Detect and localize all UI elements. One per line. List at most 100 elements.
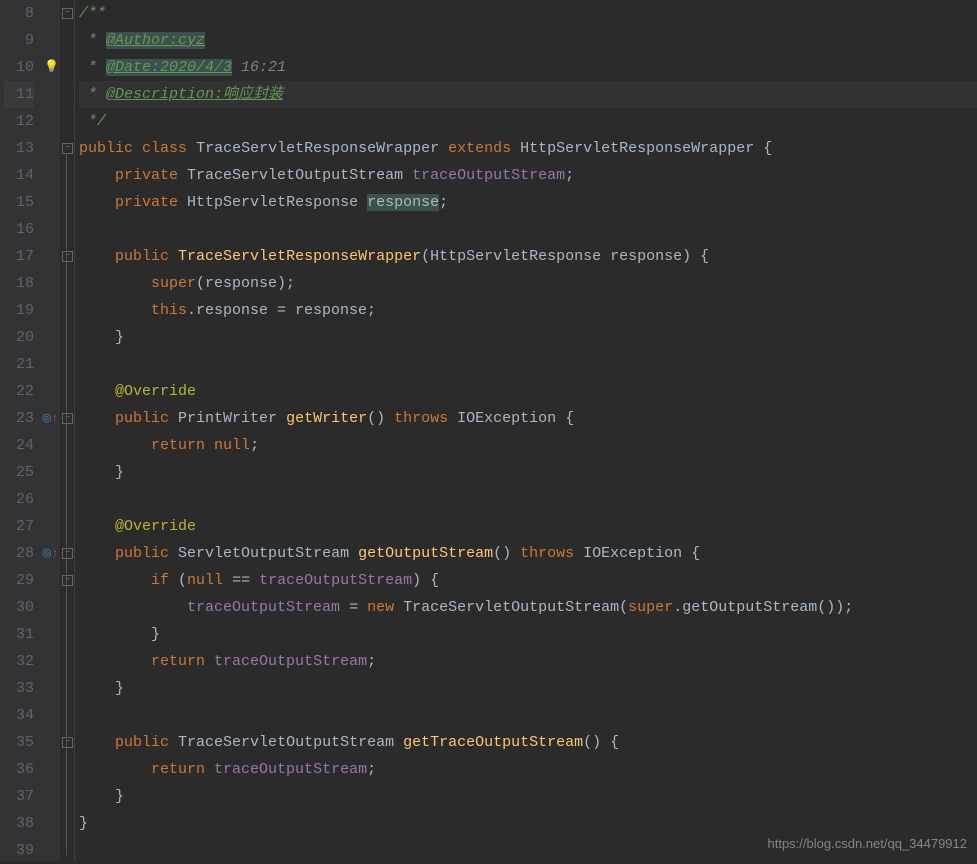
code-token: getOutputStream	[358, 545, 493, 562]
code-token: */	[79, 113, 106, 130]
code-token	[79, 761, 151, 778]
code-token: }	[79, 464, 124, 481]
code-line[interactable]: }	[79, 621, 977, 648]
fold-column[interactable]: − − − − − − −	[60, 0, 75, 861]
code-token: ==	[223, 572, 259, 589]
code-line[interactable]: /**	[79, 0, 977, 27]
code-line[interactable]: */	[79, 108, 977, 135]
code-token: {	[682, 545, 700, 562]
code-token: @Override	[115, 383, 196, 400]
code-token: @Author:cyz	[106, 32, 205, 49]
code-line[interactable]: traceOutputStream = new TraceServletOutp…	[79, 594, 977, 621]
code-token	[178, 167, 187, 184]
code-line[interactable]: public class TraceServletResponseWrapper…	[79, 135, 977, 162]
fold-toggle-icon[interactable]: −	[62, 251, 73, 262]
code-token: private	[115, 194, 178, 211]
code-token: ServletOutputStream	[178, 545, 349, 562]
code-token: *	[79, 86, 106, 103]
code-token: super	[151, 275, 196, 292]
code-token: }	[79, 788, 124, 805]
code-line[interactable]: public TraceServletResponseWrapper(HttpS…	[79, 243, 977, 270]
gutter-icons-column: 💡 ◎↑ ◎↑	[42, 0, 60, 861]
line-number: 38	[4, 810, 34, 837]
line-number: 9	[4, 27, 34, 54]
code-token: PrintWriter	[178, 410, 277, 427]
code-line[interactable]: private HttpServletResponse response;	[79, 189, 977, 216]
code-line[interactable]: }	[79, 783, 977, 810]
code-editor[interactable]: 8910111213141516171819202122232425262728…	[0, 0, 977, 861]
code-area[interactable]: /** * @Author:cyz * @Date:2020/4/3 16:21…	[75, 0, 977, 861]
code-line[interactable]: * @Date:2020/4/3 16:21	[79, 54, 977, 81]
code-line[interactable]	[79, 351, 977, 378]
code-token	[79, 302, 151, 319]
code-token	[169, 248, 178, 265]
code-line[interactable]: if (null == traceOutputStream) {	[79, 567, 977, 594]
code-token: throws	[394, 410, 448, 427]
code-token: throws	[520, 545, 574, 562]
code-line[interactable]: public TraceServletOutputStream getTrace…	[79, 729, 977, 756]
code-line[interactable]: }	[79, 324, 977, 351]
code-line[interactable]: public PrintWriter getWriter() throws IO…	[79, 405, 977, 432]
fold-toggle-icon[interactable]: −	[62, 548, 73, 559]
fold-toggle-icon[interactable]: −	[62, 575, 73, 586]
code-line[interactable]: public ServletOutputStream getOutputStre…	[79, 540, 977, 567]
fold-toggle-icon[interactable]: −	[62, 413, 73, 424]
code-line[interactable]	[79, 702, 977, 729]
code-line[interactable]: @Override	[79, 513, 977, 540]
code-line[interactable]: super(response);	[79, 270, 977, 297]
code-line[interactable]	[79, 486, 977, 513]
code-token	[79, 383, 115, 400]
code-line[interactable]: private TraceServletOutputStream traceOu…	[79, 162, 977, 189]
code-token: public	[115, 248, 169, 265]
line-number: 13	[4, 135, 34, 162]
code-token: super	[628, 599, 673, 616]
code-token: ()	[367, 410, 394, 427]
code-token	[403, 167, 412, 184]
line-number: 16	[4, 216, 34, 243]
code-token	[439, 140, 448, 157]
line-number: 21	[4, 351, 34, 378]
line-number: 14	[4, 162, 34, 189]
code-line[interactable]: return null;	[79, 432, 977, 459]
code-line[interactable]: * @Description:响应封装	[79, 81, 977, 108]
code-line[interactable]: this.response = response;	[79, 297, 977, 324]
line-number: 11	[4, 81, 34, 108]
code-line[interactable]: }	[79, 459, 977, 486]
fold-toggle-icon[interactable]: −	[62, 143, 73, 154]
fold-toggle-icon[interactable]: −	[62, 737, 73, 748]
intention-bulb-icon[interactable]: 💡	[44, 59, 59, 74]
code-line[interactable]	[79, 216, 977, 243]
code-token	[178, 194, 187, 211]
code-token	[79, 599, 187, 616]
code-token	[277, 410, 286, 427]
code-line[interactable]: @Override	[79, 378, 977, 405]
code-line[interactable]: return traceOutputStream;	[79, 756, 977, 783]
override-icon[interactable]: ◎↑	[42, 411, 58, 425]
code-token: (	[169, 572, 187, 589]
code-token: }	[79, 626, 160, 643]
override-icon[interactable]: ◎↑	[42, 546, 58, 560]
code-token	[133, 140, 142, 157]
code-token	[79, 410, 115, 427]
line-number: 35	[4, 729, 34, 756]
code-line[interactable]: return traceOutputStream;	[79, 648, 977, 675]
code-token: /**	[79, 5, 106, 22]
code-token: () {	[583, 734, 619, 751]
code-token	[79, 734, 115, 751]
code-line[interactable]: }	[79, 810, 977, 837]
code-line[interactable]: * @Author:cyz	[79, 27, 977, 54]
code-token	[349, 545, 358, 562]
code-token: (	[421, 248, 430, 265]
code-line[interactable]: }	[79, 675, 977, 702]
code-token: TraceServletResponseWrapper	[196, 140, 439, 157]
line-number: 27	[4, 513, 34, 540]
code-token: getWriter	[286, 410, 367, 427]
fold-toggle-icon[interactable]: −	[62, 8, 73, 19]
line-number: 22	[4, 378, 34, 405]
code-token: new	[367, 599, 394, 616]
code-token	[205, 761, 214, 778]
code-token: TraceServletOutputStream	[187, 167, 403, 184]
watermark-text: https://blog.csdn.net/qq_34479912	[768, 836, 968, 851]
code-token	[574, 545, 583, 562]
code-token: ;	[439, 194, 448, 211]
